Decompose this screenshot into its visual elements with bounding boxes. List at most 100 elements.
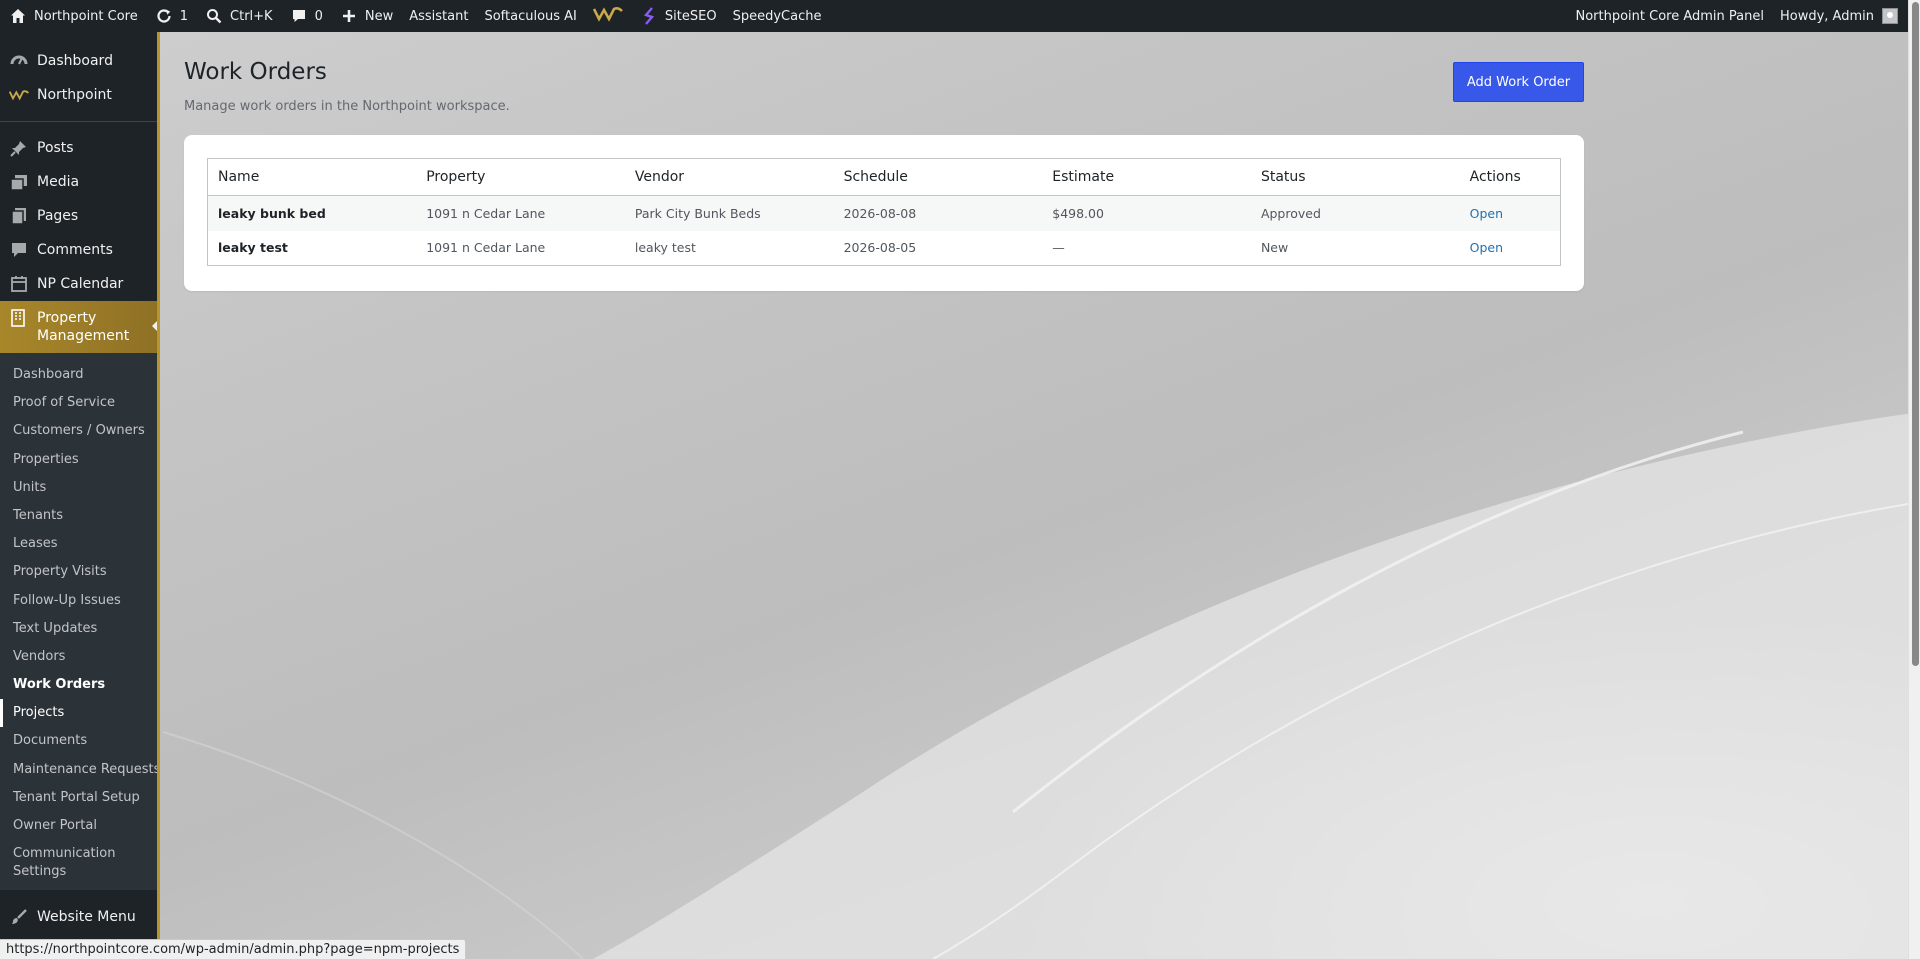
scrollbar-thumb[interactable] [1912,2,1919,666]
submenu-owner-portal[interactable]: Owner Portal [0,812,157,840]
admin-panel-link[interactable]: Northpoint Core Admin Panel [1567,0,1772,32]
menu-comments-label: Comments [37,242,113,258]
avatar [1882,8,1898,24]
new-content-link[interactable]: New [331,0,401,32]
cell-status: New [1260,240,1289,256]
howdy-label: Howdy, Admin [1779,8,1874,24]
submenu-property-visits[interactable]: Property Visits [0,558,157,586]
menu-comments[interactable]: Comments [0,233,157,267]
submenu-follow-up-issues[interactable]: Follow-Up Issues [0,587,157,615]
menu-np-calendar-label: NP Calendar [37,276,124,292]
submenu-dashboard[interactable]: Dashboard [0,361,157,389]
updates-count: 1 [179,8,189,24]
home-icon [8,6,28,26]
admin-sidebar: Dashboard Northpoint Posts Media Pages C… [0,32,160,959]
siteseo-link[interactable]: SiteSEO [631,0,725,32]
search-icon [204,6,224,26]
search-shortcut-label: Ctrl+K [230,8,273,24]
speedycache-link[interactable]: SpeedyCache [725,0,830,32]
submenu-proof-of-service[interactable]: Proof of Service [0,389,157,417]
column-header-vendor: Vendor [624,158,834,196]
submenu-maintenance-requests[interactable]: Maintenance Requests [0,756,157,784]
submenu-leases[interactable]: Leases [0,530,157,558]
cell-schedule: 2026-08-08 [833,195,1043,231]
new-label: New [364,8,394,24]
table-row: leaky test 1091 n Cedar Lane leaky test … [208,231,1561,266]
submenu-work-orders[interactable]: Work Orders [0,671,157,699]
menu-website-menu-label: Website Menu [37,909,136,926]
menu-separator [0,121,157,122]
menu-media-label: Media [37,174,80,190]
calendar-icon [9,274,29,294]
open-link[interactable]: Open [1470,206,1503,221]
assistant-link[interactable]: Assistant [401,0,476,32]
cell-vendor: leaky test [634,240,696,256]
account-menu[interactable]: Howdy, Admin [1772,0,1920,32]
work-orders-card: Name Property Vendor Schedule Estimate S… [184,135,1584,291]
cell-property: 1091 n Cedar Lane [426,240,546,256]
cell-estimate: $498.00 [1042,195,1251,231]
cell-property: 1091 n Cedar Lane [416,195,625,231]
submenu-vendors[interactable]: Vendors [0,643,157,671]
menu-dashboard[interactable]: Dashboard [0,44,157,78]
admin-bar: Northpoint Core 1 Ctrl+K 0 New Assistant… [0,0,1920,32]
submenu-units[interactable]: Units [0,474,157,502]
table-row: leaky bunk bed 1091 n Cedar Lane Park Ci… [207,195,1561,231]
admin-panel-label: Northpoint Core Admin Panel [1575,8,1764,24]
column-header-actions: Actions [1459,158,1561,196]
table-header-row: Name Property Vendor Schedule Estimate S… [207,158,1561,196]
property-management-submenu: Dashboard Proof of Service Customers / O… [0,353,157,891]
plus-icon [339,6,359,26]
softaculous-link[interactable]: Softaculous AI [476,0,584,32]
menu-northpoint-label: Northpoint [37,87,112,103]
northpoint-logo-icon [9,85,29,105]
menu-posts[interactable]: Posts [0,131,157,165]
comment-icon [9,240,29,260]
menu-media[interactable]: Media [0,165,157,199]
cell-estimate: — [1052,240,1065,256]
column-header-schedule: Schedule [833,158,1043,196]
command-search-link[interactable]: Ctrl+K [196,0,281,32]
menu-property-management-label: Property Management [37,310,130,344]
cell-vendor: Park City Bunk Beds [624,195,834,231]
work-orders-table: Name Property Vendor Schedule Estimate S… [207,158,1561,266]
page-scrollbar[interactable] [1908,0,1920,959]
submenu-text-updates[interactable]: Text Updates [0,615,157,643]
open-link[interactable]: Open [1470,240,1503,255]
site-name-link[interactable]: Northpoint Core [0,0,146,32]
menu-posts-label: Posts [37,140,74,156]
column-header-property: Property [416,158,625,196]
siteseo-label: SiteSEO [664,8,717,24]
cell-status: Approved [1250,195,1460,231]
comments-count: 0 [314,8,323,24]
comments-link[interactable]: 0 [281,0,331,32]
siteseo-icon [639,6,659,26]
submenu-tenant-portal-setup[interactable]: Tenant Portal Setup [0,784,157,812]
menu-np-calendar[interactable]: NP Calendar [0,267,157,301]
submenu-documents[interactable]: Documents [0,727,157,755]
cell-actions: Open [1460,231,1561,266]
brush-icon [9,907,29,927]
submenu-customers-owners[interactable]: Customers / Owners [0,417,157,445]
cell-name: leaky test [218,240,288,256]
menu-website-menu[interactable]: Website Menu [0,900,157,934]
menu-northpoint[interactable]: Northpoint [0,78,157,112]
menu-dashboard-label: Dashboard [37,53,113,69]
column-header-name: Name [207,158,417,196]
menu-property-management[interactable]: Property Management [0,301,157,353]
submenu-tenants[interactable]: Tenants [0,502,157,530]
menu-pages[interactable]: Pages [0,199,157,233]
media-icon [9,172,29,192]
updates-link[interactable]: 1 [146,0,196,32]
column-header-estimate: Estimate [1042,158,1251,196]
submenu-properties[interactable]: Properties [0,446,157,474]
add-work-order-button[interactable]: Add Work Order [1453,62,1584,102]
pages-icon [9,206,29,226]
column-header-status: Status [1250,158,1460,196]
northpoint-logo-link[interactable] [585,0,631,32]
assistant-label: Assistant [409,8,469,24]
submenu-projects[interactable]: Projects [0,699,157,728]
comment-icon [289,6,309,26]
speedycache-label: SpeedyCache [732,8,822,24]
submenu-communication-settings[interactable]: Communication Settings [0,840,157,882]
